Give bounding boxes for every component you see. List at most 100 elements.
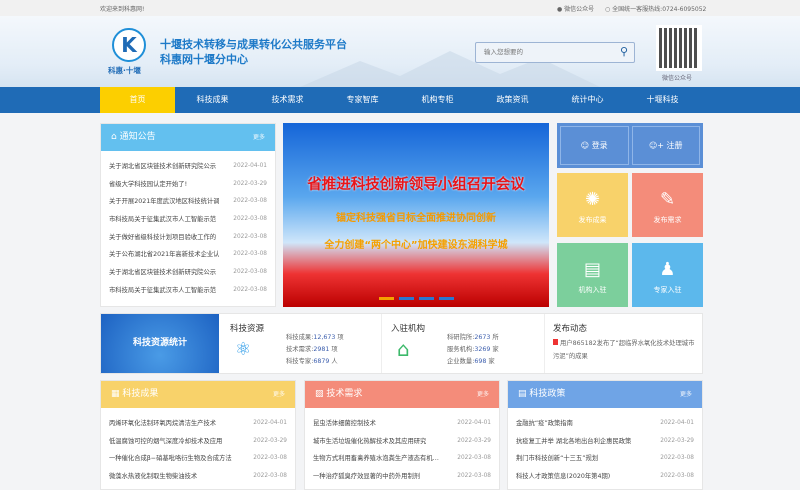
institutions-title: 入驻机构 <box>391 324 426 334</box>
item-title: 关于湖北省区块链技术创新研究院公示 <box>109 163 217 170</box>
item-date: 2022-03-08 <box>233 269 267 276</box>
stat-line: 企业数量:698 家 <box>447 358 495 365</box>
item-date: 2022-03-29 <box>457 437 491 444</box>
header: K 科惠·十堰 十堰技术转移与成果转化公共服务平台 科惠网十堰分中心 ⚲ 微信公… <box>0 16 800 87</box>
item-title: 荆门市科技创新“十三五”规划 <box>516 455 599 463</box>
item-date: 2022-04-01 <box>457 420 491 426</box>
news-banner[interactable]: 省推进科技创新领导小组召开会议 锚定科技强省目标全面推进协同创新 全力创建“两个… <box>283 123 549 307</box>
demands-item[interactable]: 昆虫活体细菌控制技术 2022-04-01 <box>305 415 499 433</box>
item-title: 城市生活垃圾催化热解技术及其应用研究 <box>313 437 427 445</box>
achievements-panel: ▦ 科技成果 更多 丙烯环氧化法制环氧丙烷清洁生产技术 2022-04-01 低温腐蚀可… <box>100 380 296 490</box>
policy-more-link[interactable]: 更多 <box>680 381 692 408</box>
activity-text: 用户865182发布了“超临界水氧化技术处理城市污泥”的成果 <box>553 340 695 360</box>
logo-caption: 科惠·十堰 <box>108 66 141 75</box>
notice-more-link[interactable]: 更多 <box>253 124 265 151</box>
qr-code <box>656 25 702 71</box>
stat-line: 科技成果:12,673 项 <box>286 334 344 341</box>
demands-title: 技术需求 <box>326 389 363 399</box>
demands-header: ▨ 技术需求 更多 <box>305 381 499 408</box>
carousel-dot[interactable] <box>439 297 454 300</box>
notice-item[interactable]: 关于公布湖北省2021年高新技术企业认 2022-03-08 <box>101 246 275 264</box>
demands-item[interactable]: 城市生活垃圾催化热解技术及其应用研究 2022-03-29 <box>305 433 499 451</box>
tile-label: 专家入驻 <box>653 286 682 294</box>
tile-3[interactable]: ♟ 专家入驻 <box>632 243 703 307</box>
nav-policy[interactable]: 政策资讯 <box>475 87 550 113</box>
notice-item[interactable]: 关于湖北省区块链技术创新研究院公示 2022-03-08 <box>101 264 275 282</box>
tile-2[interactable]: ▤ 机构入驻 <box>557 243 628 307</box>
tile-label: 发布成果 <box>578 216 607 224</box>
logo[interactable]: K <box>112 28 146 62</box>
search-box[interactable]: ⚲ <box>475 42 635 63</box>
policy-item[interactable]: 科技人才政策信息(2020年第4期) 2022-03-08 <box>508 468 702 486</box>
tile-0[interactable]: ✺ 发布成果 <box>557 173 628 237</box>
banner-headline: 省推进科技创新领导小组召开会议 <box>307 177 525 193</box>
achievements-item[interactable]: 一种催化合成β−硝基吡咯衍生物及合成方法 2022-03-08 <box>101 450 295 468</box>
item-date: 2022-03-08 <box>233 233 267 240</box>
nav-shiyan-tech[interactable]: 十堰科技 <box>625 87 700 113</box>
stat-line: 技术需求:2981 项 <box>286 346 338 353</box>
carousel-dot[interactable] <box>379 297 394 300</box>
policy-icon: ▤ <box>518 389 527 399</box>
notice-title: 通知公告 <box>119 132 156 142</box>
stat-line: 服务机构:3269 家 <box>447 346 499 353</box>
hotline: ○ 全国统一客服热线:0724-6095052 <box>605 4 706 13</box>
item-date: 2022-03-29 <box>253 437 287 444</box>
search-input[interactable] <box>476 43 606 62</box>
carousel-dots <box>379 297 454 300</box>
demands-more-link[interactable]: 更多 <box>477 381 489 408</box>
activity-item[interactable]: 用户865182发布了“超临界水氧化技术处理城市污泥”的成果 <box>553 337 698 363</box>
nav-statistics[interactable]: 统计中心 <box>550 87 625 113</box>
site-title: 十堰技术转移与成果转化公共服务平台 <box>160 38 347 51</box>
achievements-item[interactable]: 丙烯环氧化法制环氧丙烷清洁生产技术 2022-04-01 <box>101 415 295 433</box>
policy-item[interactable]: 金融抗“疫”政策指南 2022-04-01 <box>508 415 702 433</box>
nav-demands[interactable]: 技术需求 <box>250 87 325 113</box>
activity-bullet-icon <box>553 339 558 345</box>
user-icon: ☺ <box>580 141 590 150</box>
nav-experts[interactable]: 专家智库 <box>325 87 400 113</box>
item-date: 2022-03-08 <box>233 286 267 293</box>
notice-item[interactable]: 省级大学科技园认定开始了! 2022-03-29 <box>101 176 275 194</box>
item-title: 省级大学科技园认定开始了! <box>109 180 188 188</box>
site-subtitle: 科惠网十堰分中心 <box>160 53 248 66</box>
notice-item[interactable]: 市科技局关于征集武汉市人工智能示范 2022-03-08 <box>101 211 275 229</box>
item-title: 市科技局关于征集武汉市人工智能示范 <box>109 286 217 294</box>
demands-item[interactable]: 生物方式利用畜禽养殖水泡粪生产液态有机肥... 2022-03-08 <box>305 450 499 468</box>
nav-home[interactable]: 首页 <box>100 87 175 113</box>
carousel-dot[interactable] <box>399 297 414 300</box>
policy-header: ▤ 科技政策 更多 <box>508 381 702 408</box>
notice-item[interactable]: 市科技局关于征集武汉市人工智能示范 2022-03-08 <box>101 282 275 300</box>
qr-caption: 微信公众号 <box>662 75 693 82</box>
register-button[interactable]: ☺+ 注册 <box>631 126 700 165</box>
item-title: 昆虫活体细菌控制技术 <box>313 420 376 427</box>
notice-item[interactable]: 关于湖北省区块链技术创新研究院公示 2022-04-01 <box>101 158 275 176</box>
demands-item[interactable]: 一种治疗狐臭疗效显著的中药外用制剂 2022-03-08 <box>305 468 499 486</box>
achievements-item[interactable]: 低温腐蚀可控的烟气深度冷却技术及应用 2022-03-29 <box>101 433 295 451</box>
policy-item[interactable]: 抗疫复工并举 湖北各地出台利企惠民政策 2022-03-29 <box>508 433 702 451</box>
tile-1[interactable]: ✎ 发布需求 <box>632 173 703 237</box>
search-icon[interactable]: ⚲ <box>620 45 628 58</box>
achievements-more-link[interactable]: 更多 <box>273 381 285 408</box>
login-button[interactable]: ☺ 登录 <box>560 126 629 165</box>
tile-label: 发布需求 <box>653 216 682 224</box>
carousel-dot[interactable] <box>419 297 434 300</box>
item-title: 低温腐蚀可控的烟气深度冷却技术及应用 <box>109 437 223 445</box>
resources-title: 科技资源 <box>230 324 265 334</box>
wechat-link[interactable]: ● 微信公众号 <box>557 4 594 13</box>
policy-title: 科技政策 <box>529 389 566 399</box>
nav-achievements[interactable]: 科技成果 <box>175 87 250 113</box>
nav-institutions[interactable]: 机构专柜 <box>400 87 475 113</box>
item-title: 市科技局关于征集武汉市人工智能示范 <box>109 216 217 224</box>
hotline-text: 全国统一客服热线:0724-6095052 <box>612 6 707 13</box>
notice-icon: ⌂ <box>111 132 117 142</box>
banner-line2: 锚定科技强省目标全面推进协同创新 <box>336 213 496 224</box>
item-date: 2022-03-08 <box>253 473 287 480</box>
item-title: 生物方式利用畜禽养殖水泡粪生产液态有机肥... <box>313 455 443 463</box>
activity-title: 发布动态 <box>553 324 588 334</box>
item-date: 2022-04-01 <box>660 420 694 426</box>
item-date: 2022-03-08 <box>253 455 287 462</box>
item-date: 2022-03-08 <box>233 198 267 205</box>
policy-item[interactable]: 荆门市科技创新“十三五”规划 2022-03-08 <box>508 450 702 468</box>
notice-item[interactable]: 关于开展2021年度武汉地区科技统计调 2022-03-08 <box>101 193 275 211</box>
notice-item[interactable]: 关于做好省级科技计划项目验收工作的 2022-03-08 <box>101 229 275 247</box>
achievements-item[interactable]: 微藻水热液化制取生物柴油技术 2022-03-08 <box>101 468 295 486</box>
